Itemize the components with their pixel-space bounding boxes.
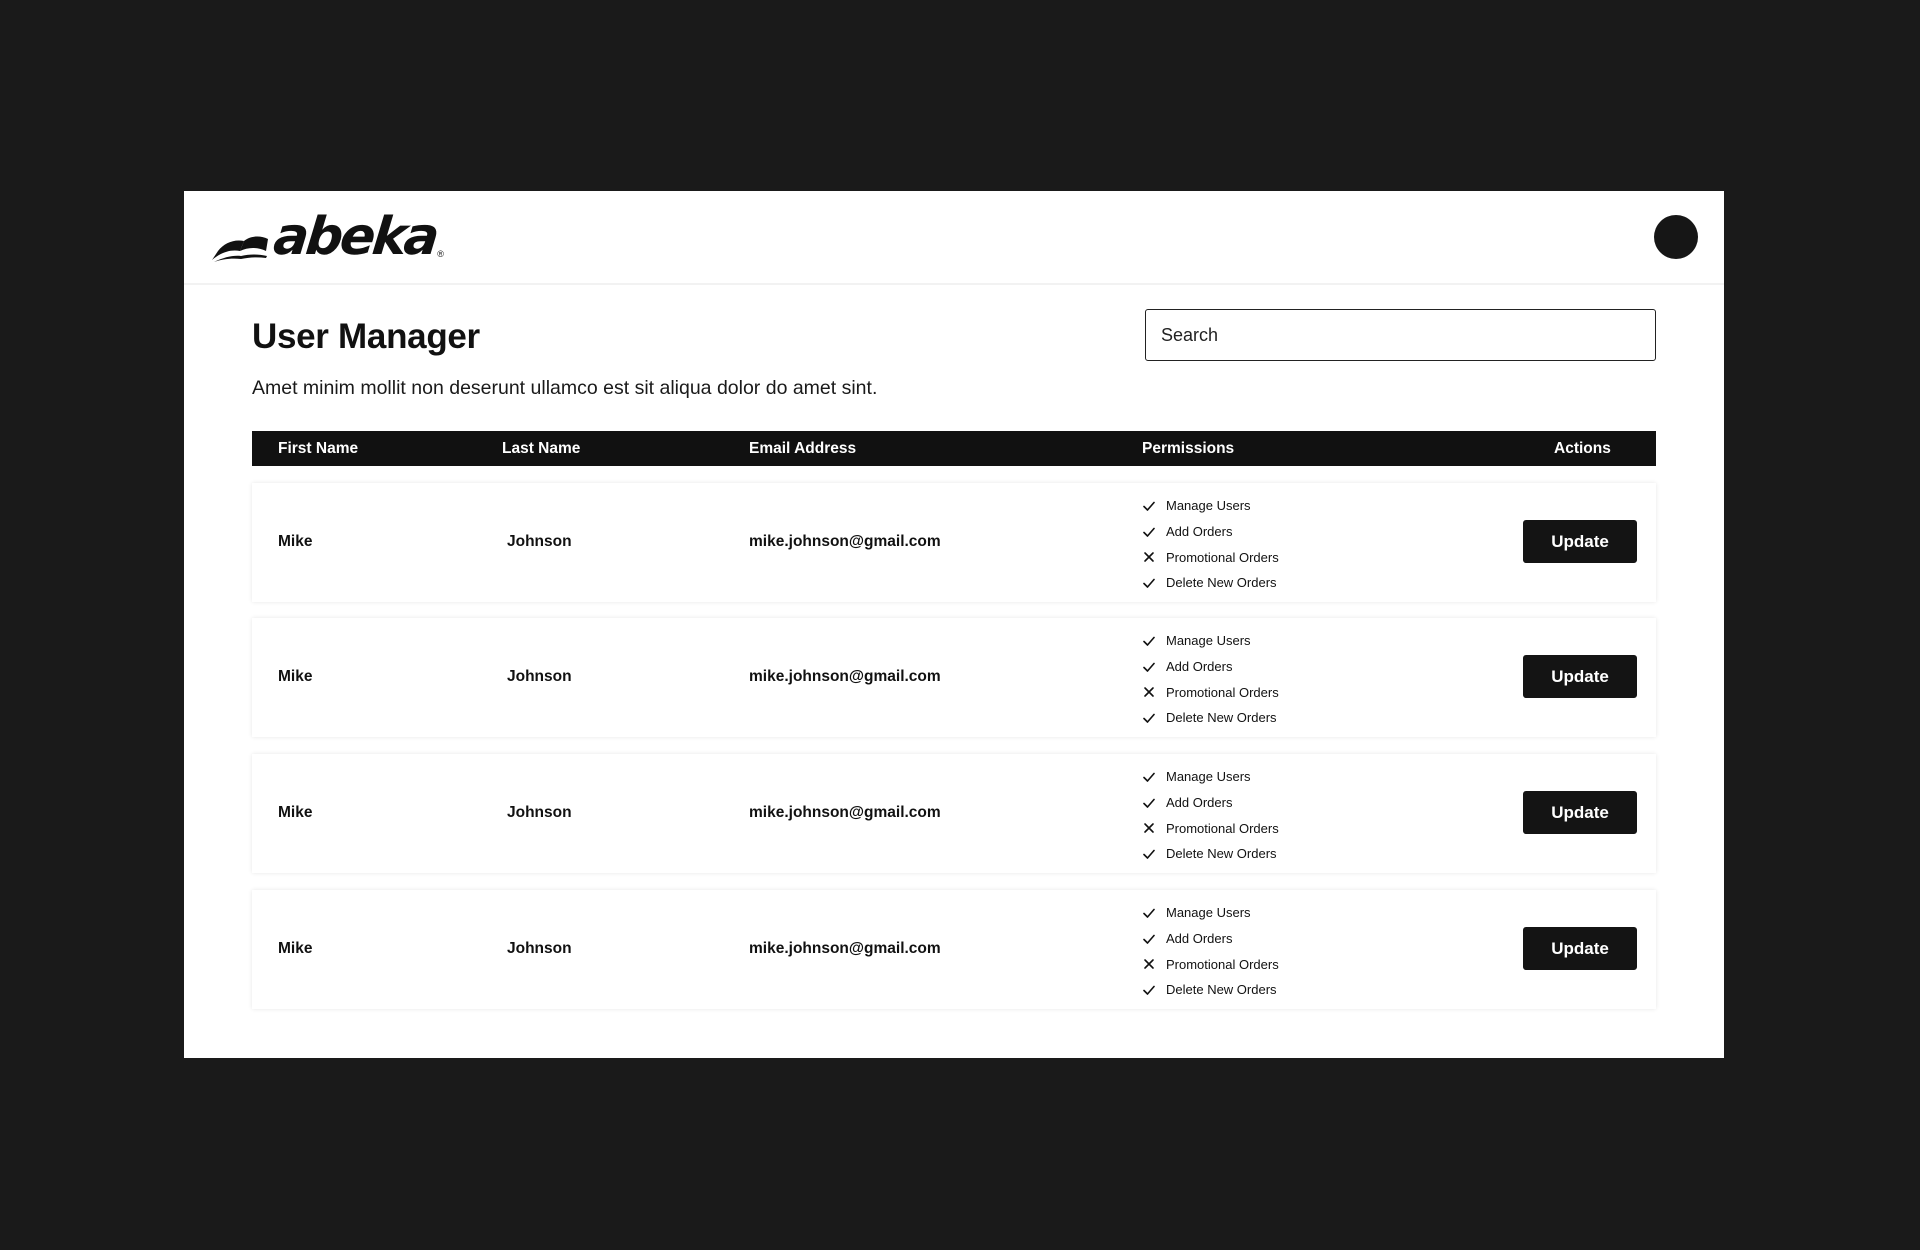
cell-last-name: Johnson	[507, 804, 572, 821]
app-window: abeka ® User Manager Amet minim mollit n…	[184, 191, 1724, 1058]
check-icon	[1142, 906, 1156, 920]
permission-item: Manage Users	[1142, 628, 1279, 654]
permission-item: Add Orders	[1142, 926, 1279, 952]
permission-label: Manage Users	[1166, 633, 1251, 649]
update-button[interactable]: Update	[1523, 927, 1637, 970]
column-header-actions: Actions	[1554, 440, 1611, 457]
table-row: Mike Johnson mike.johnson@gmail.com Manage …	[252, 618, 1656, 737]
permissions-list: Manage Users Add Orders Promotional Orders…	[1142, 493, 1279, 596]
check-icon	[1142, 796, 1156, 810]
permissions-list: Manage Users Add Orders Promotional Orders…	[1142, 764, 1279, 867]
logo-wordmark: abeka	[270, 207, 440, 267]
permission-item: Delete New Orders	[1142, 705, 1279, 731]
permission-label: Manage Users	[1166, 769, 1251, 785]
permission-label: Manage Users	[1166, 905, 1251, 921]
book-icon	[210, 227, 270, 263]
permission-item: Delete New Orders	[1142, 977, 1279, 1003]
table-header: First Name Last Name Email Address Permi…	[252, 431, 1656, 466]
user-table: First Name Last Name Email Address Permi…	[252, 431, 1656, 1009]
avatar[interactable]	[1654, 215, 1698, 259]
cross-icon	[1142, 821, 1156, 835]
permission-label: Manage Users	[1166, 498, 1251, 514]
update-button[interactable]: Update	[1523, 520, 1637, 563]
permission-label: Delete New Orders	[1166, 575, 1277, 591]
cross-icon	[1142, 685, 1156, 699]
cell-last-name: Johnson	[507, 668, 572, 685]
cell-email: mike.johnson@gmail.com	[749, 804, 941, 821]
update-button[interactable]: Update	[1523, 655, 1637, 698]
check-icon	[1142, 711, 1156, 725]
cell-email: mike.johnson@gmail.com	[749, 940, 941, 957]
column-header-first-name: First Name	[278, 440, 359, 457]
permission-item: Add Orders	[1142, 519, 1279, 545]
table-row: Mike Johnson mike.johnson@gmail.com Manage …	[252, 483, 1656, 602]
page-description: Amet minim mollit non deserunt ullamco e…	[252, 377, 878, 399]
check-icon	[1142, 770, 1156, 784]
cell-last-name: Johnson	[507, 940, 572, 957]
logo[interactable]: abeka ®	[210, 207, 444, 267]
cell-email: mike.johnson@gmail.com	[749, 668, 941, 685]
update-button[interactable]: Update	[1523, 791, 1637, 834]
check-icon	[1142, 932, 1156, 946]
cell-first-name: Mike	[278, 668, 313, 685]
check-icon	[1142, 847, 1156, 861]
permission-label: Promotional Orders	[1166, 549, 1279, 565]
permission-label: Add Orders	[1166, 931, 1233, 947]
permission-item: Manage Users	[1142, 900, 1279, 926]
permission-item: Delete New Orders	[1142, 570, 1279, 596]
permission-item: Promotional Orders	[1142, 679, 1279, 705]
cross-icon	[1142, 550, 1156, 564]
permission-label: Add Orders	[1166, 524, 1233, 540]
cell-first-name: Mike	[278, 533, 313, 550]
app-header: abeka ®	[184, 191, 1724, 285]
table-row: Mike Johnson mike.johnson@gmail.com Manage …	[252, 890, 1656, 1009]
permissions-list: Manage Users Add Orders Promotional Orders…	[1142, 628, 1279, 731]
permission-label: Promotional Orders	[1166, 820, 1279, 836]
permissions-list: Manage Users Add Orders Promotional Orders…	[1142, 900, 1279, 1003]
check-icon	[1142, 576, 1156, 590]
permission-item: Promotional Orders	[1142, 815, 1279, 841]
permission-item: Promotional Orders	[1142, 951, 1279, 977]
cross-icon	[1142, 957, 1156, 971]
registered-mark: ®	[437, 249, 444, 259]
permission-label: Delete New Orders	[1166, 982, 1277, 998]
check-icon	[1142, 634, 1156, 648]
column-header-permissions: Permissions	[1142, 440, 1235, 457]
permission-label: Promotional Orders	[1166, 684, 1279, 700]
column-header-last-name: Last Name	[502, 440, 581, 457]
cell-first-name: Mike	[278, 804, 313, 821]
permission-label: Add Orders	[1166, 795, 1233, 811]
permission-item: Promotional Orders	[1142, 544, 1279, 570]
permission-label: Delete New Orders	[1166, 710, 1277, 726]
page-title: User Manager	[252, 317, 480, 356]
cell-first-name: Mike	[278, 940, 313, 957]
cell-last-name: Johnson	[507, 533, 572, 550]
check-icon	[1142, 660, 1156, 674]
check-icon	[1142, 499, 1156, 513]
permission-item: Add Orders	[1142, 654, 1279, 680]
permission-item: Add Orders	[1142, 790, 1279, 816]
permission-item: Manage Users	[1142, 764, 1279, 790]
permission-label: Delete New Orders	[1166, 846, 1277, 862]
permission-label: Promotional Orders	[1166, 956, 1279, 972]
table-row: Mike Johnson mike.johnson@gmail.com Manage …	[252, 754, 1656, 873]
cell-email: mike.johnson@gmail.com	[749, 533, 941, 550]
check-icon	[1142, 525, 1156, 539]
search-input[interactable]	[1145, 309, 1656, 361]
check-icon	[1142, 983, 1156, 997]
permission-item: Manage Users	[1142, 493, 1279, 519]
permission-item: Delete New Orders	[1142, 841, 1279, 867]
column-header-email: Email Address	[749, 440, 857, 457]
permission-label: Add Orders	[1166, 659, 1233, 675]
